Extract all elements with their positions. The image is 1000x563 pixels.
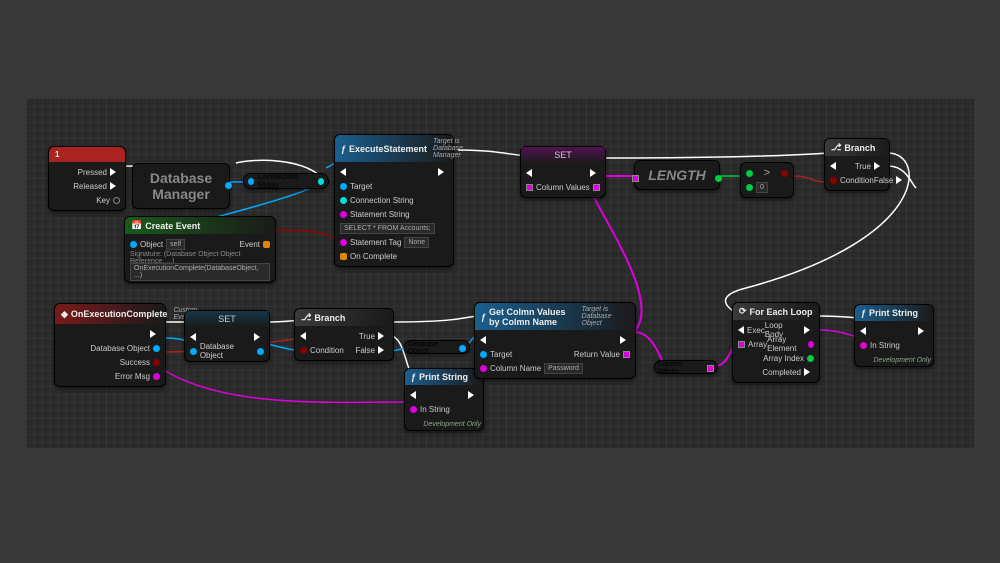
- node-column-values-var[interactable]: Column Values: [654, 360, 718, 374]
- pin-b1-true[interactable]: True: [855, 159, 884, 173]
- node-on-execution-complete[interactable]: ◆ OnExecutionCompleteCustom Event Databa…: [54, 303, 166, 387]
- pin-len-out[interactable]: [715, 175, 722, 182]
- node-print-string-2[interactable]: ƒ Print String In String Development Onl…: [854, 304, 934, 367]
- pin-connstr-in[interactable]: [248, 178, 254, 185]
- pin-dbmgr-out[interactable]: [225, 182, 232, 189]
- create-event-header: 📅 Create Event: [125, 217, 275, 234]
- print1-dev: Development Only: [405, 419, 483, 430]
- pin-p2-instr[interactable]: In String: [860, 338, 928, 352]
- key-badge: 1: [49, 147, 125, 162]
- node-connection-string[interactable]: Connection String: [243, 173, 329, 189]
- pin-b2-true[interactable]: True: [359, 329, 388, 343]
- node-set-column-values[interactable]: SET Column Values: [520, 146, 606, 198]
- pin-b1-false[interactable]: False: [874, 173, 907, 187]
- pin-set2-execout[interactable]: [254, 333, 264, 341]
- node-for-each-loop[interactable]: ⟳ For Each Loop ExecLoop Body ArrayArray…: [732, 302, 820, 383]
- dbmgr-label: Database Manager: [133, 164, 229, 208]
- print2-header: ƒ Print String: [855, 305, 933, 321]
- pin-b2-execin[interactable]: [300, 332, 306, 340]
- pin-released[interactable]: Released: [54, 179, 120, 193]
- node-branch-top[interactable]: ⎇ Branch True ConditionFalse: [824, 138, 890, 191]
- pin-dbobj-out[interactable]: [459, 345, 466, 352]
- pin-b2-false[interactable]: False: [355, 343, 388, 357]
- pin-p1-execin[interactable]: [410, 391, 416, 399]
- pin-oec-errmsg[interactable]: Error Msg: [60, 369, 160, 383]
- oec-header: ◆ OnExecutionCompleteCustom Event: [55, 304, 165, 324]
- pin-p1-execout[interactable]: [468, 391, 478, 399]
- set2-header: SET: [185, 311, 269, 327]
- pin-es-target[interactable]: Target: [340, 179, 448, 193]
- node-set-database-object[interactable]: SET Database Object: [184, 310, 270, 362]
- pin-set2-dbobj-out[interactable]: [257, 348, 264, 355]
- node-print-string-1[interactable]: ƒ Print String In String Development Onl…: [404, 368, 484, 431]
- pin-pressed[interactable]: Pressed: [54, 165, 120, 179]
- pin-gc-colname[interactable]: Column NamePassword: [480, 361, 630, 375]
- node-get-column-values[interactable]: ƒ Get Colmn Values by Colmn NameTarget i…: [474, 302, 636, 379]
- pin-gc-execout[interactable]: [620, 336, 630, 344]
- node-greater-than[interactable]: > 0: [740, 162, 794, 198]
- pin-set2-dbobj-in[interactable]: Database Object: [190, 344, 257, 358]
- pin-fe-array[interactable]: Array: [738, 337, 767, 351]
- pin-oec-success[interactable]: Success: [60, 355, 160, 369]
- pin-gc-return[interactable]: Return Value: [574, 347, 630, 361]
- pin-set1-cv-out[interactable]: [593, 184, 600, 191]
- pin-b1-execin[interactable]: [830, 162, 836, 170]
- pin-gt-out[interactable]: [781, 170, 788, 177]
- pin-b1-cond[interactable]: Condition: [830, 173, 874, 187]
- node-input-key[interactable]: 1 Pressed Released Key: [48, 146, 126, 211]
- pin-p2-execin[interactable]: [860, 327, 866, 335]
- pin-b2-cond[interactable]: Condition: [300, 343, 344, 357]
- pin-fe-elem[interactable]: Array Element: [767, 337, 814, 351]
- pin-oec-dbobj[interactable]: Database Object: [60, 341, 160, 355]
- branch2-header: ⎇ Branch: [295, 309, 393, 326]
- pin-gc-target[interactable]: Target: [480, 347, 512, 361]
- es-stmt-value[interactable]: SELECT * FROM Accounts;: [340, 223, 435, 234]
- node-database-object-var[interactable]: Database Object: [404, 340, 470, 354]
- pin-set1-execin[interactable]: [526, 169, 532, 177]
- pin-len-in[interactable]: [632, 175, 639, 182]
- set1-header: SET: [521, 147, 605, 163]
- node-length[interactable]: LENGTH: [634, 160, 720, 190]
- blueprint-canvas[interactable]: 1 Pressed Released Key Database Manager …: [26, 98, 974, 448]
- foreach-header: ⟳ For Each Loop: [733, 303, 819, 320]
- node-create-event[interactable]: 📅 Create Event Objectself Event Signatur…: [124, 216, 276, 283]
- length-label: LENGTH: [635, 161, 719, 189]
- branch1-header: ⎇ Branch: [825, 139, 889, 156]
- pin-es-stmt[interactable]: Statement String: [340, 207, 448, 221]
- node-execute-statement[interactable]: ƒ ExecuteStatementTarget is Database Man…: [334, 134, 454, 267]
- ce-dropdown[interactable]: OnExecutionComplete(DatabaseObject, ...): [130, 263, 270, 281]
- pin-set1-execout[interactable]: [590, 169, 600, 177]
- pin-p2-execout[interactable]: [918, 327, 928, 335]
- pin-es-execout[interactable]: [438, 168, 448, 176]
- gt-op: >: [764, 167, 770, 179]
- pin-fe-comp[interactable]: Completed: [738, 365, 814, 379]
- pin-p1-instr[interactable]: In String: [410, 402, 478, 416]
- pin-set2-execin[interactable]: [190, 333, 196, 341]
- pin-key[interactable]: Key: [54, 193, 120, 207]
- exec-stmt-header: ƒ ExecuteStatementTarget is Database Man…: [335, 135, 453, 162]
- pin-fe-idx[interactable]: Array Index: [738, 351, 814, 365]
- pin-set1-cv-in[interactable]: Column Values: [526, 180, 590, 194]
- pin-ce-object[interactable]: Objectself: [130, 237, 185, 251]
- pin-oec-exec[interactable]: [60, 327, 160, 341]
- pin-cv-out[interactable]: [707, 365, 714, 372]
- print1-header: ƒ Print String: [405, 369, 483, 385]
- pin-es-tag[interactable]: Statement TagNone: [340, 235, 448, 249]
- pin-es-oncomplete[interactable]: On Complete: [340, 249, 448, 263]
- pin-ce-event[interactable]: Event: [240, 237, 270, 251]
- node-database-manager[interactable]: Database Manager: [132, 163, 230, 209]
- pin-fe-exec[interactable]: Exec: [738, 323, 765, 337]
- node-branch-bottom[interactable]: ⎇ Branch True Condition False: [294, 308, 394, 361]
- pin-es-conn[interactable]: Connection String: [340, 193, 448, 207]
- pin-gt-a[interactable]: [746, 170, 753, 177]
- pin-connstr-out[interactable]: [318, 178, 324, 185]
- pin-es-execin[interactable]: [340, 168, 346, 176]
- pin-gc-execin[interactable]: [480, 336, 486, 344]
- print2-dev: Development Only: [855, 355, 933, 366]
- getcol-header: ƒ Get Colmn Values by Colmn NameTarget i…: [475, 303, 635, 330]
- pin-gt-b[interactable]: 0: [746, 180, 788, 194]
